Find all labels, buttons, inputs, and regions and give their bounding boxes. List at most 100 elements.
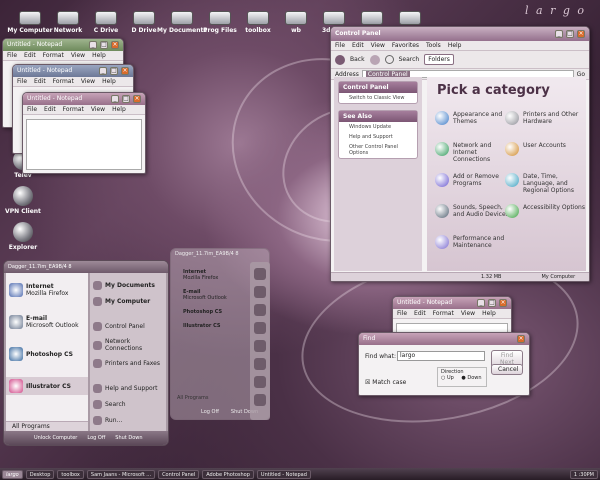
- menu-item[interactable]: Help: [482, 310, 496, 317]
- minimize-button[interactable]: _: [89, 41, 97, 49]
- menu-item[interactable]: File: [335, 42, 345, 49]
- taskbar-item[interactable]: toolbox: [57, 469, 84, 479]
- menu-item[interactable]: Format: [433, 310, 454, 317]
- menu-item[interactable]: Edit: [352, 42, 364, 49]
- direction-up-radio[interactable]: ○ Up: [441, 375, 454, 381]
- menu-item[interactable]: Tools: [426, 42, 441, 49]
- menu-item[interactable]: Favorites: [392, 42, 419, 49]
- category-item[interactable]: Appearance and Themes: [435, 111, 515, 125]
- start-menu-place[interactable]: My Computer: [90, 295, 166, 308]
- close-button[interactable]: ×: [111, 41, 119, 49]
- search-button[interactable]: Search: [399, 56, 420, 63]
- shutdown-button[interactable]: Shut Down: [115, 435, 142, 441]
- start-menu-place[interactable]: Search: [90, 398, 166, 411]
- maximize-button[interactable]: □: [488, 299, 496, 307]
- menu-item[interactable]: Format: [43, 52, 64, 59]
- pinned-program[interactable]: Illustrator CS: [6, 377, 88, 395]
- taskbar-item[interactable]: Sam Jaans - Microsoft ...: [86, 469, 156, 479]
- category-item[interactable]: Add or Remove Programs: [435, 173, 515, 187]
- quick-launch-icon[interactable]: [254, 340, 266, 352]
- menu-item[interactable]: Edit: [44, 106, 56, 113]
- find-dialog[interactable]: Find × Find what: largo Find Next Cancel …: [358, 332, 530, 396]
- menu-item[interactable]: Help: [112, 106, 126, 113]
- maximize-button[interactable]: □: [122, 95, 130, 103]
- taskbar-item[interactable]: Control Panel: [158, 469, 200, 479]
- category-item[interactable]: User Accounts: [505, 142, 585, 156]
- menu-item[interactable]: Edit: [34, 78, 46, 85]
- start-menu-place[interactable]: Run...: [90, 414, 166, 427]
- menu-item[interactable]: Format: [53, 78, 74, 85]
- menu-item[interactable]: Edit: [24, 52, 36, 59]
- quick-launch-icon[interactable]: [254, 358, 266, 370]
- start-menu-place[interactable]: Control Panel: [90, 320, 166, 333]
- quick-launch-icon[interactable]: [254, 286, 266, 298]
- category-item[interactable]: Sounds, Speech, and Audio Devices: [435, 204, 515, 218]
- start-menu-place[interactable]: Network Connections: [90, 336, 166, 354]
- quick-launch-icon[interactable]: [254, 322, 266, 334]
- start-menu-place[interactable]: My Documents: [90, 279, 166, 292]
- taskbar-item[interactable]: Desktop: [25, 469, 55, 479]
- desktop-icon[interactable]: Explorer: [3, 222, 43, 251]
- match-case-checkbox[interactable]: ☒ Match case: [365, 379, 406, 386]
- category-item[interactable]: Date, Time, Language, and Regional Optio…: [505, 173, 585, 194]
- menu-item[interactable]: View: [371, 42, 385, 49]
- taskbar-item[interactable]: Untitled - Notepad: [256, 469, 311, 479]
- search-icon[interactable]: [384, 55, 394, 64]
- close-button[interactable]: ×: [121, 67, 129, 75]
- menu-item[interactable]: File: [397, 310, 407, 317]
- category-item[interactable]: Printers and Other Hardware: [505, 111, 585, 125]
- control-panel-window[interactable]: Control Panel _ □ × File Edit View Favorites To…: [330, 26, 590, 282]
- see-also-link[interactable]: Other Control Panel Options: [339, 142, 417, 158]
- menu-item[interactable]: View: [461, 310, 475, 317]
- pinned-program[interactable]: Internet Mozilla Firefox: [6, 281, 88, 299]
- menu-item[interactable]: View: [71, 52, 85, 59]
- forward-arrow-icon[interactable]: [369, 54, 380, 65]
- close-button[interactable]: ×: [133, 95, 141, 103]
- start-menu[interactable]: Dagger_11.7im_EA9B/4 8 Internet Mozilla F…: [3, 260, 169, 446]
- category-item[interactable]: Accessibility Options: [505, 204, 585, 218]
- find-what-input[interactable]: largo: [397, 351, 485, 361]
- minimize-button[interactable]: _: [477, 299, 485, 307]
- pinned-program[interactable]: E-mail Microsoft Outlook: [6, 313, 88, 331]
- text-area[interactable]: [26, 119, 142, 170]
- back-button[interactable]: Back: [350, 56, 365, 63]
- see-also-link[interactable]: Windows Update: [339, 122, 417, 132]
- quick-launch-icon[interactable]: [254, 376, 266, 388]
- maximize-button[interactable]: □: [110, 67, 118, 75]
- start-button[interactable]: largo: [2, 469, 23, 479]
- menu-item[interactable]: Help: [102, 78, 116, 85]
- quick-launch-icon[interactable]: [254, 304, 266, 316]
- folders-button[interactable]: Folders: [424, 54, 454, 65]
- menu-item[interactable]: Format: [63, 106, 84, 113]
- menu-item[interactable]: File: [7, 52, 17, 59]
- taskbar-item[interactable]: Adobe Photoshop: [202, 469, 254, 479]
- start-menu-place[interactable]: Printers and Faxes: [90, 357, 166, 370]
- notepad-window-3[interactable]: Untitled - Notepad _ □ × File Edit Format View…: [22, 92, 146, 174]
- menu-item[interactable]: View: [81, 78, 95, 85]
- unlock-computer-button[interactable]: Unlock Computer: [34, 435, 77, 441]
- category-item[interactable]: Network and Internet Connections: [435, 142, 515, 163]
- menu-item[interactable]: View: [91, 106, 105, 113]
- maximize-button[interactable]: □: [100, 41, 108, 49]
- menu-item[interactable]: Edit: [414, 310, 426, 317]
- menu-item[interactable]: Help: [448, 42, 462, 49]
- direction-down-radio[interactable]: ● Down: [461, 375, 481, 381]
- menu-item[interactable]: Help: [92, 52, 106, 59]
- minimize-button[interactable]: _: [99, 67, 107, 75]
- minimize-button[interactable]: _: [111, 95, 119, 103]
- see-also-link[interactable]: Help and Support: [339, 132, 417, 142]
- start-menu-place[interactable]: Help and Support: [90, 382, 166, 395]
- close-button[interactable]: ×: [577, 30, 585, 38]
- menu-item[interactable]: File: [27, 106, 37, 113]
- category-item[interactable]: Performance and Maintenance: [435, 235, 515, 249]
- quick-launch-icon[interactable]: [254, 268, 266, 280]
- quick-launch-icon[interactable]: [254, 394, 266, 406]
- close-button[interactable]: ×: [499, 299, 507, 307]
- cancel-button[interactable]: Cancel: [491, 364, 523, 375]
- switch-classic-view-link[interactable]: Switch to Classic View: [339, 93, 417, 103]
- back-arrow-icon[interactable]: [335, 54, 345, 65]
- close-button[interactable]: ×: [517, 335, 525, 343]
- pinned-program[interactable]: Photoshop CS: [6, 345, 88, 363]
- minimize-button[interactable]: _: [555, 30, 563, 38]
- desktop-icon[interactable]: VPN Client: [3, 186, 43, 215]
